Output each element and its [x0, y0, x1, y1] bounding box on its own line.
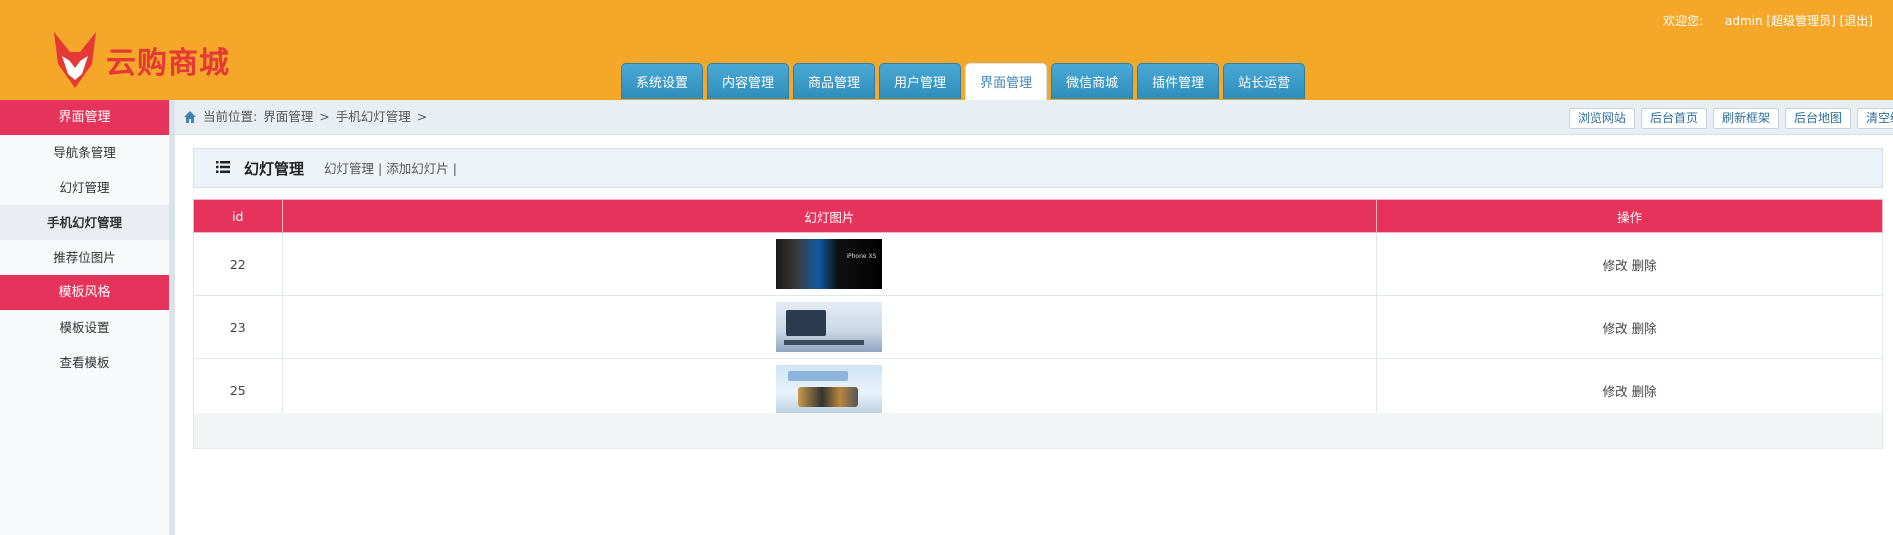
- logo-text: 云购商城: [106, 46, 230, 81]
- logo[interactable]: 云购商城: [52, 28, 230, 92]
- breadcrumb-level1[interactable]: 界面管理: [263, 100, 313, 134]
- sidebar-item-template-settings[interactable]: 模板设置: [0, 310, 169, 345]
- row-image-cell: [281, 295, 1378, 359]
- row-actions: 修改 删除: [1376, 232, 1883, 296]
- breadcrumb-prefix: 当前位置:: [203, 109, 258, 124]
- edit-link[interactable]: 修改: [1603, 384, 1628, 399]
- header-actions: 操作: [1376, 199, 1883, 233]
- row-id: 23: [193, 295, 283, 359]
- sidebar: 界面管理 导航条管理 幻灯管理 手机幻灯管理 推荐位图片 模板风格 模板设置 查…: [0, 100, 170, 535]
- link-separator: |: [452, 161, 457, 176]
- edit-link[interactable]: 修改: [1603, 258, 1628, 273]
- tab-content[interactable]: 内容管理: [707, 63, 790, 99]
- delete-link[interactable]: 删除: [1632, 384, 1657, 399]
- browse-site-button[interactable]: 浏览网站: [1568, 108, 1635, 129]
- slide-thumbnail[interactable]: [776, 365, 883, 415]
- edit-link[interactable]: 修改: [1603, 321, 1628, 336]
- slide-thumbnail[interactable]: [776, 239, 883, 289]
- tab-plugins[interactable]: 插件管理: [1137, 63, 1220, 99]
- panel-header: 幻灯管理 幻灯管理 | 添加幻灯片 |: [193, 148, 1883, 188]
- sidebar-splitter[interactable]: [170, 100, 175, 535]
- tab-site-ops[interactable]: 站长运营: [1223, 63, 1306, 99]
- sidebar-item-slides[interactable]: 幻灯管理: [0, 170, 169, 205]
- delete-link[interactable]: 删除: [1632, 321, 1657, 336]
- delete-link[interactable]: 删除: [1632, 258, 1657, 273]
- clear-cache-button[interactable]: 清空缓存: [1856, 108, 1893, 129]
- tab-users[interactable]: 用户管理: [879, 63, 962, 99]
- slides-manage-link[interactable]: 幻灯管理: [324, 161, 374, 176]
- breadcrumb-level2[interactable]: 手机幻灯管理: [336, 100, 411, 134]
- role-link[interactable]: [超级管理员]: [1766, 14, 1835, 28]
- row-actions: 修改 删除: [1376, 295, 1883, 359]
- admin-home-button[interactable]: 后台首页: [1640, 108, 1707, 129]
- breadcrumb-bar: 当前位置: 界面管理 > 手机幻灯管理 > 浏览网站 后台首页 刷新框架 后台地…: [175, 100, 1893, 135]
- table-footer: [193, 413, 1883, 449]
- logout-link[interactable]: [退出]: [1840, 14, 1873, 28]
- header: 云购商城 欢迎您: admin [超级管理员] [退出] 系统设置 内容管理 商…: [0, 0, 1893, 100]
- panel-links: 幻灯管理 | 添加幻灯片 |: [324, 149, 457, 189]
- row-image-cell: [281, 232, 1378, 296]
- breadcrumb-sep: >: [319, 109, 330, 124]
- table-row: 23 修改 删除: [193, 295, 1883, 359]
- refresh-frame-button[interactable]: 刷新框架: [1712, 108, 1779, 129]
- panel-title: 幻灯管理: [244, 160, 305, 178]
- home-icon: [184, 111, 196, 123]
- tab-system-settings[interactable]: 系统设置: [621, 63, 704, 99]
- main-nav: 系统设置 内容管理 商品管理 用户管理 界面管理 微信商城 插件管理 站长运营: [621, 63, 1309, 100]
- sidebar-item-mobile-slides[interactable]: 手机幻灯管理: [0, 205, 169, 240]
- breadcrumb-sep: >: [416, 109, 428, 124]
- row-id: 22: [193, 232, 283, 296]
- header-id: id: [193, 199, 283, 233]
- user-bar: 欢迎您: admin [超级管理员] [退出]: [1663, 12, 1873, 29]
- welcome-label: 欢迎您:: [1663, 14, 1704, 28]
- quick-buttons: 浏览网站 后台首页 刷新框架 后台地图 清空缓存: [1563, 108, 1893, 129]
- breadcrumb: 当前位置: 界面管理 > 手机幻灯管理 >: [183, 100, 433, 134]
- header-image: 幻灯图片: [281, 199, 1378, 233]
- list-icon: [216, 161, 230, 173]
- link-separator: |: [378, 161, 383, 176]
- sidebar-category-templates[interactable]: 模板风格: [0, 275, 169, 310]
- sidebar-item-navbar[interactable]: 导航条管理: [0, 135, 169, 170]
- admin-map-button[interactable]: 后台地图: [1784, 108, 1851, 129]
- sidebar-category-interface[interactable]: 界面管理: [0, 100, 169, 135]
- username: admin: [1724, 14, 1763, 28]
- slide-thumbnail[interactable]: [776, 302, 883, 352]
- tab-interface[interactable]: 界面管理: [965, 63, 1048, 100]
- table-row: 22 修改 删除: [193, 232, 1883, 296]
- fox-logo-icon: [54, 32, 96, 88]
- slides-table: id 幻灯图片 操作 22 修改 删除 23 修改 删除 25 修改: [193, 199, 1883, 422]
- table-header-row: id 幻灯图片 操作: [193, 199, 1883, 233]
- tab-products[interactable]: 商品管理: [793, 63, 876, 99]
- sidebar-item-recommend-images[interactable]: 推荐位图片: [0, 240, 169, 275]
- sidebar-item-view-templates[interactable]: 查看模板: [0, 345, 169, 380]
- tab-wechat-mall[interactable]: 微信商城: [1051, 63, 1134, 99]
- add-slide-link[interactable]: 添加幻灯片: [386, 161, 449, 176]
